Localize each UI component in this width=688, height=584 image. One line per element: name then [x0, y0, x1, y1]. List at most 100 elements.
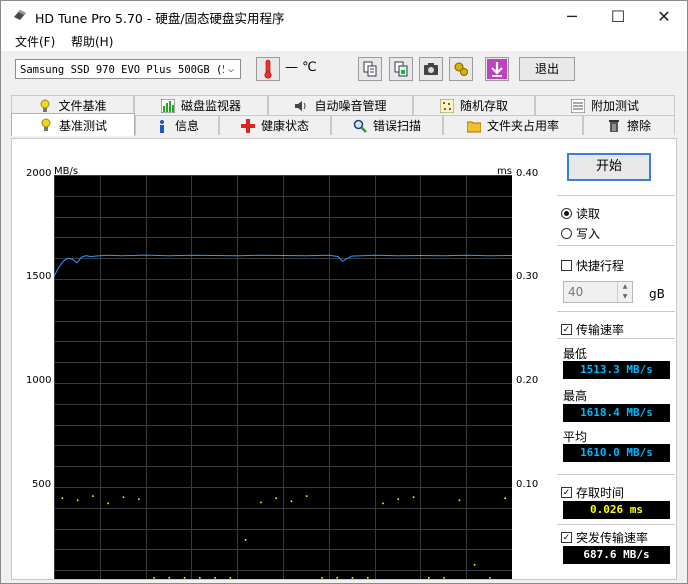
divider [557, 311, 675, 312]
benchmark-panel: MB/s ms 2000 1500 1000 500 0.40 0.30 0.2… [11, 138, 677, 580]
access-time-point [107, 502, 109, 505]
exit-button[interactable]: 退出 [519, 57, 575, 81]
write-radio[interactable]: 写入 [561, 225, 600, 242]
tab-aam[interactable]: 自动噪音管理 [268, 95, 413, 115]
access-time-point [504, 497, 506, 499]
title-bar: HD Tune Pro 5.70 - 硬盘/固态硬盘实用程序 ─ ☐ ✕ [1, 1, 687, 31]
short-stroke-label: 快捷行程 [576, 259, 625, 273]
options-button[interactable] [449, 57, 473, 81]
tab-random-access[interactable]: 随机存取 [413, 95, 535, 115]
tab-label: 自动噪音管理 [314, 99, 387, 113]
screenshot-button[interactable] [419, 57, 443, 81]
info-icon [159, 119, 164, 133]
tab-benchmark[interactable]: 基准测试 [11, 113, 135, 136]
y-tick-left: 2000 [26, 168, 52, 179]
y-tick-right: 0.10 [516, 479, 539, 490]
camera-icon [424, 63, 438, 75]
minimize-button[interactable]: ─ [549, 1, 595, 31]
y-tick-left: 1500 [26, 271, 52, 282]
y-tick-left: 1000 [26, 375, 52, 386]
avg-label: 平均 [563, 430, 588, 444]
read-radio[interactable]: 读取 [561, 205, 600, 222]
min-value: 1513.3 MB/s [563, 361, 670, 379]
short-stroke-value: 40 [568, 285, 584, 299]
plot-area [54, 175, 512, 579]
thermometer-icon [264, 59, 272, 79]
close-button[interactable]: ✕ [641, 1, 687, 31]
toolbar: Samsung SSD 970 EVO Plus 500GB (50 ⌵ — ℃ [1, 52, 687, 88]
tab-folder-usage[interactable]: 文件夹占用率 [443, 115, 583, 135]
access-time-point [428, 577, 430, 579]
checkbox-checked-icon: ✓ [561, 487, 572, 498]
access-time-point [138, 498, 140, 500]
y-tick-right: 0.20 [516, 375, 539, 386]
tab-label: 文件夹占用率 [486, 119, 559, 133]
app-window: HD Tune Pro 5.70 - 硬盘/固态硬盘实用程序 ─ ☐ ✕ 文件(… [0, 0, 688, 584]
trash-icon [608, 119, 619, 132]
spinner-arrows-icon[interactable]: ▲ ▼ [617, 282, 632, 302]
burst-rate-checkbox[interactable]: ✓ 突发传输速率 [561, 529, 648, 546]
maximize-button[interactable]: ☐ [595, 1, 641, 31]
access-time-value: 0.026 ms [563, 501, 670, 519]
avg-value: 1610.0 MB/s [563, 444, 670, 462]
tab-file-benchmark[interactable]: 文件基准 [11, 95, 134, 115]
transfer-rate-checkbox[interactable]: ✓ 传输速率 [561, 321, 624, 338]
copy-screenshot-icon [394, 61, 408, 77]
access-time-checkbox[interactable]: ✓ 存取时间 [561, 484, 624, 501]
start-button[interactable]: 开始 [567, 153, 651, 181]
short-stroke-spinner[interactable]: 40 ▲ ▼ [563, 281, 633, 303]
short-stroke-checkbox[interactable]: 快捷行程 [561, 257, 624, 274]
access-time-point [367, 577, 369, 579]
copy-text-button[interactable] [358, 57, 382, 81]
y-tick-left: 500 [32, 479, 52, 490]
tab-error-scan[interactable]: 错误扫描 [331, 115, 443, 135]
checkbox-checked-icon: ✓ [561, 532, 572, 543]
copy-text-icon [363, 61, 377, 77]
save-button[interactable] [485, 57, 509, 81]
window-title: HD Tune Pro 5.70 - 硬盘/固态硬盘实用程序 [35, 11, 285, 26]
bar-chart-icon [160, 98, 175, 113]
tab-label: 信息 [174, 119, 199, 133]
checkbox-checked-icon: ✓ [561, 324, 572, 335]
access-time-point [397, 498, 400, 500]
tab-label: 文件基准 [58, 99, 107, 113]
access-time-point [458, 499, 461, 502]
tab-disk-monitor[interactable]: 磁盘监视器 [134, 95, 268, 115]
copy-screenshot-button[interactable] [389, 57, 413, 81]
menu-bar: 文件(F) 帮助(H) [1, 31, 687, 51]
divider [557, 195, 675, 196]
bulb-icon [41, 118, 51, 131]
divider [557, 524, 675, 525]
extra-tests-icon [570, 98, 585, 113]
menu-file[interactable]: 文件(F) [15, 33, 55, 50]
access-time-point [443, 577, 445, 579]
y-tick-right: 0.40 [516, 168, 539, 179]
tab-extra-tests[interactable]: 附加测试 [535, 95, 675, 115]
tab-health[interactable]: 健康状态 [219, 115, 331, 135]
tab-label: 磁盘监视器 [180, 99, 241, 113]
access-time-point [489, 577, 491, 579]
tab-label: 擦除 [626, 119, 651, 133]
temperature-readout: — ℃ [285, 60, 317, 75]
drive-select[interactable]: Samsung SSD 970 EVO Plus 500GB (50 ⌵ [15, 59, 241, 79]
tab-erase[interactable]: 擦除 [583, 115, 675, 135]
access-time-point [92, 495, 94, 497]
radio-unchecked-icon [561, 228, 572, 239]
tab-info[interactable]: 信息 [135, 115, 219, 135]
access-time-point [336, 577, 338, 579]
tab-label: 附加测试 [590, 99, 639, 113]
control-sidebar: 开始 读取 写入 快捷行程 40 ▲ ▼ gB ✓ 传输速率 最低 1513.3… [557, 139, 675, 579]
access-time-point [275, 497, 277, 499]
access-time-point [61, 497, 64, 499]
access-time-point [260, 501, 262, 504]
burst-rate-label: 突发传输速率 [576, 531, 649, 545]
access-time-point [412, 496, 415, 498]
tab-label: 错误扫描 [372, 119, 421, 133]
menu-help[interactable]: 帮助(H) [71, 33, 113, 50]
options-icon [454, 62, 468, 76]
max-label: 最高 [563, 389, 588, 403]
short-stroke-unit: gB [649, 287, 665, 301]
read-label: 读取 [576, 207, 601, 221]
save-download-icon [487, 59, 507, 79]
thermometer-button[interactable] [256, 57, 280, 81]
